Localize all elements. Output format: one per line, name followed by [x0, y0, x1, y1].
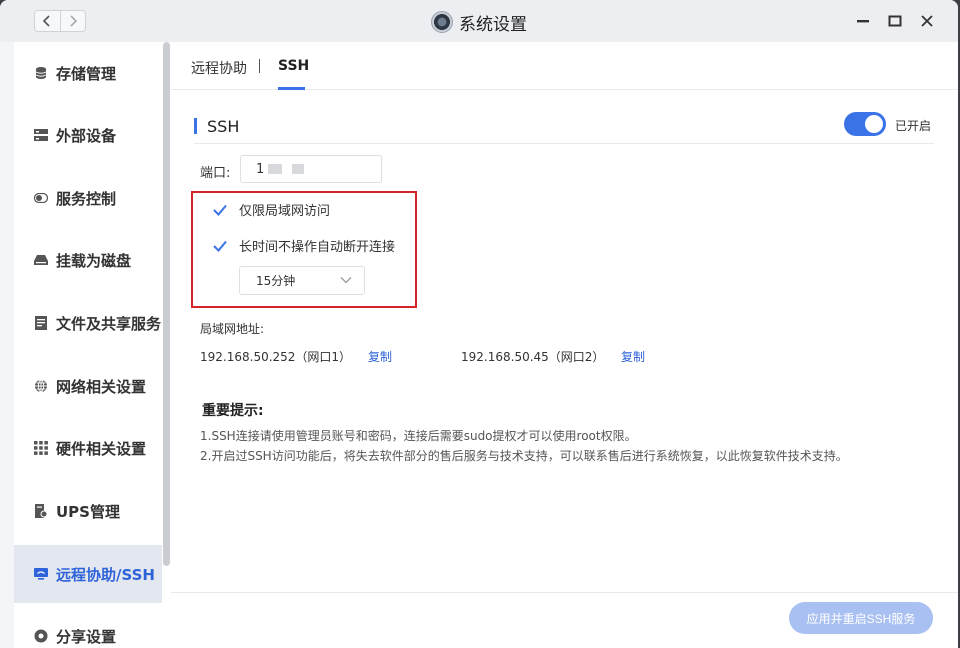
sidebar-scrollbar[interactable]: [163, 42, 170, 566]
lan-address-label: 局域网地址:: [200, 322, 265, 336]
lan-address-2: 192.168.50.45（网口2）: [461, 350, 605, 364]
sidebar-item-network[interactable]: 网络相关设置: [14, 357, 162, 415]
settings-window: 系统设置 存储管理 外部设备 服务控制 挂载为磁盘 文件及共享服务 网络相关设置…: [0, 0, 958, 648]
tab-bar: 远程协助 SSH: [171, 42, 958, 90]
check-icon: [211, 201, 229, 219]
redacted-mask: [268, 164, 283, 174]
maximize-icon: [888, 15, 902, 27]
apply-restart-ssh-button[interactable]: 应用并重启SSH服务: [789, 602, 933, 634]
sidebar-item-external-devices[interactable]: 外部设备: [14, 106, 162, 164]
sidebar-item-storage[interactable]: 存储管理: [14, 44, 162, 102]
footer-divider: [171, 592, 958, 593]
active-tab-indicator: [278, 87, 305, 90]
sidebar-item-ups[interactable]: UPS管理: [14, 482, 162, 540]
sidebar-item-label: 分享设置: [56, 627, 117, 646]
sidebar-item-label: 硬件相关设置: [56, 439, 147, 458]
section-accent-bar: [194, 118, 197, 134]
section-title: SSH: [194, 116, 240, 136]
timeout-value: 15分钟: [256, 274, 296, 288]
lan-only-label: 仅限局域网访问: [239, 204, 331, 219]
chevron-down-icon: [340, 277, 352, 284]
remote-icon: [34, 567, 48, 581]
copy-link-1[interactable]: 复制: [368, 348, 392, 365]
port-input[interactable]: 1: [240, 155, 382, 183]
sidebar-item-mount-disk[interactable]: 挂载为磁盘: [14, 231, 162, 289]
sidebar-item-file-sharing[interactable]: 文件及共享服务: [14, 294, 162, 352]
sidebar-item-service-control[interactable]: 服务控制: [14, 169, 162, 227]
sidebar-item-label: 远程协助/SSH: [56, 565, 155, 584]
maximize-button[interactable]: [886, 10, 904, 32]
sidebar-item-label: 网络相关设置: [56, 377, 147, 396]
settings-app-icon: [431, 11, 453, 33]
redacted-mask: [292, 164, 305, 174]
close-button[interactable]: [918, 10, 936, 32]
toggle-icon: [34, 191, 48, 205]
sidebar-item-label: 文件及共享服务: [56, 314, 162, 333]
tab-separator: [259, 59, 260, 73]
drive-icon: [34, 253, 48, 267]
sidebar: 存储管理 外部设备 服务控制 挂载为磁盘 文件及共享服务 网络相关设置 硬件相关…: [14, 42, 171, 648]
auto-disconnect-checkbox[interactable]: 长时间不操作自动断开连接: [211, 236, 395, 255]
ssh-enable-toggle[interactable]: [844, 112, 886, 136]
timeout-select[interactable]: 15分钟: [239, 266, 365, 295]
close-icon: [921, 15, 933, 27]
sidebar-item-label: 外部设备: [56, 126, 117, 145]
section-title-text: SSH: [207, 116, 240, 136]
port-value: 1: [256, 161, 265, 177]
section-divider: [194, 143, 934, 144]
toggle-status-label: 已开启: [895, 119, 932, 133]
tab-ssh[interactable]: SSH: [278, 58, 309, 74]
check-icon: [211, 237, 229, 255]
sidebar-item-share-settings[interactable]: 分享设置: [14, 607, 162, 648]
database-icon: [34, 66, 48, 80]
tips-title: 重要提示:: [202, 403, 264, 419]
lan-address-1: 192.168.50.252（网口1）: [200, 350, 352, 364]
ups-icon: [34, 504, 48, 518]
toggle-knob: [865, 115, 883, 133]
grid-icon: [34, 441, 48, 455]
minimize-icon: [857, 20, 869, 23]
window-title: 系统设置: [459, 14, 527, 35]
sidebar-item-label: 存储管理: [56, 64, 117, 83]
main-panel: 远程协助 SSH SSH 已开启 端口: 1 仅限局域网访问 长时间不操作自动断…: [171, 42, 958, 648]
auto-disconnect-label: 长时间不操作自动断开连接: [239, 240, 396, 255]
lan-only-checkbox[interactable]: 仅限局域网访问: [211, 200, 330, 219]
sidebar-item-label: UPS管理: [56, 502, 120, 521]
tab-remote-assist[interactable]: 远程协助: [191, 58, 247, 78]
title-bar: 系统设置: [0, 0, 958, 42]
sidebar-item-hardware[interactable]: 硬件相关设置: [14, 419, 162, 477]
minimize-button[interactable]: [854, 10, 872, 32]
sidebar-item-label: 挂载为磁盘: [56, 251, 132, 270]
globe-icon: [34, 379, 48, 393]
sidebar-item-remote-ssh[interactable]: 远程协助/SSH: [14, 545, 162, 603]
file-icon: [34, 316, 48, 330]
tip-line-1: 1.SSH连接请使用管理员账号和密码，连接后需要sudo提权才可以使用root权…: [200, 429, 637, 443]
sidebar-item-label: 服务控制: [56, 189, 117, 208]
share-icon: [34, 629, 48, 643]
window-controls: [854, 10, 936, 32]
port-label: 端口:: [200, 166, 231, 181]
tip-line-2: 2.开启过SSH访问功能后，将失去软件部分的售后服务与技术支持，可以联系售后进行…: [200, 449, 848, 463]
copy-link-2[interactable]: 复制: [621, 348, 645, 365]
device-icon: [34, 128, 48, 142]
window-title-group: 系统设置: [0, 10, 958, 35]
